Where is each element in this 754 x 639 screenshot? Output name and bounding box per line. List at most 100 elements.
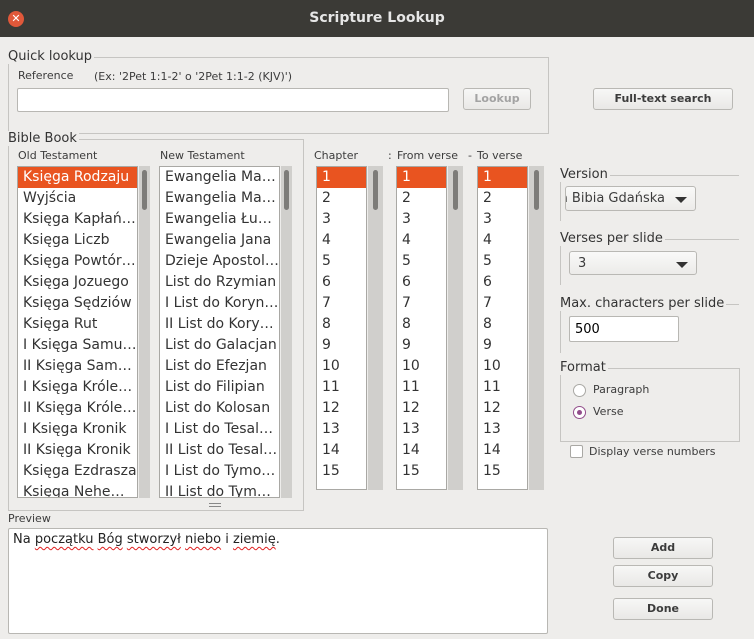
list-item[interactable]: Księga Kapłańskiego	[18, 209, 137, 230]
list-item[interactable]: Ewangelia Mateusza	[160, 167, 279, 188]
list-item[interactable]: Ewangelia Jana	[160, 230, 279, 251]
chapter-list[interactable]: 1 2 3 4 5 6 7 8 9 10 11 12 13 14 15	[316, 166, 367, 490]
list-item[interactable]: Księga Liczb	[18, 230, 137, 251]
scrollbar-thumb[interactable]	[284, 170, 289, 210]
list-item[interactable]: List do Kolosan	[160, 398, 279, 419]
list-item[interactable]: Dzieje Apostolskie	[160, 251, 279, 272]
list-item[interactable]: 1	[478, 167, 527, 188]
list-item[interactable]: 8	[478, 314, 527, 335]
from-verse-scrollbar[interactable]	[448, 166, 463, 490]
version-combo[interactable]: a Bibia Gdańska	[565, 186, 696, 211]
list-item[interactable]: I List do Koryntian	[160, 293, 279, 314]
new-testament-list[interactable]: Ewangelia MateuszaEwangelia MarkaEwangel…	[159, 166, 280, 498]
list-item[interactable]: Księga Jozuego	[18, 272, 137, 293]
copy-button[interactable]: Copy	[613, 565, 713, 587]
list-item[interactable]: I Księga Kronik	[18, 419, 137, 440]
paragraph-radio[interactable]	[573, 384, 586, 397]
list-item[interactable]: 15	[397, 461, 446, 482]
list-item[interactable]: 15	[317, 461, 366, 482]
done-button[interactable]: Done	[613, 598, 713, 620]
list-item[interactable]: 10	[478, 356, 527, 377]
list-item[interactable]: 7	[478, 293, 527, 314]
list-item[interactable]: Księga Ezdrasza	[18, 461, 137, 482]
add-button[interactable]: Add	[613, 537, 713, 559]
list-item[interactable]: 4	[317, 230, 366, 251]
list-item[interactable]: Księga Rut	[18, 314, 137, 335]
list-item[interactable]: Księga Rodzaju	[18, 167, 137, 188]
list-item[interactable]: 9	[478, 335, 527, 356]
list-item[interactable]: Księga Powtórzonego	[18, 251, 137, 272]
list-item[interactable]: 15	[478, 461, 527, 482]
list-item[interactable]: II Księga Kronik	[18, 440, 137, 461]
list-item[interactable]: 3	[317, 209, 366, 230]
list-item[interactable]: List do Rzymian	[160, 272, 279, 293]
list-item[interactable]: List do Galacjan	[160, 335, 279, 356]
list-item[interactable]: 9	[317, 335, 366, 356]
list-item[interactable]: Księga Sędziów	[18, 293, 137, 314]
list-item[interactable]: Ewangelia Łukasza	[160, 209, 279, 230]
list-item[interactable]: 14	[317, 440, 366, 461]
list-item[interactable]: 8	[317, 314, 366, 335]
preview-text-area[interactable]: Na początku Bóg stworzył niebo i ziemię.	[8, 528, 548, 634]
list-item[interactable]: II Księga Królewska	[18, 398, 137, 419]
list-item[interactable]: Ewangelia Marka	[160, 188, 279, 209]
list-item[interactable]: 2	[478, 188, 527, 209]
list-item[interactable]: 12	[397, 398, 446, 419]
list-item[interactable]: 13	[478, 419, 527, 440]
list-item[interactable]: Księga Nehemiasza	[18, 482, 137, 497]
display-verse-numbers-checkbox[interactable]	[570, 445, 583, 458]
list-item[interactable]: I List do Tymoteusza	[160, 461, 279, 482]
list-item[interactable]: 14	[478, 440, 527, 461]
from-verse-list[interactable]: 1 2 3 4 5 6 7 8 9 10 11 12 13 14 15	[396, 166, 447, 490]
list-item[interactable]: II List do Koryntian	[160, 314, 279, 335]
list-item[interactable]: II Księga Samuela	[18, 356, 137, 377]
list-item[interactable]: 11	[317, 377, 366, 398]
list-item[interactable]: I List do Tesaloniczan	[160, 419, 279, 440]
lookup-button[interactable]: Lookup	[463, 88, 531, 110]
old-testament-list[interactable]: Księga RodzajuWyjściaKsięga Kapłańskiego…	[17, 166, 138, 498]
list-item[interactable]: 12	[478, 398, 527, 419]
list-item[interactable]: 6	[478, 272, 527, 293]
max-chars-input[interactable]	[569, 316, 679, 342]
list-item[interactable]: 7	[397, 293, 446, 314]
list-item[interactable]: I Księga Królewska	[18, 377, 137, 398]
list-item[interactable]: List do Filipian	[160, 377, 279, 398]
to-verse-scrollbar[interactable]	[529, 166, 544, 490]
list-item[interactable]: 11	[478, 377, 527, 398]
verses-per-slide-combo[interactable]: 3	[569, 251, 697, 275]
list-item[interactable]: I Księga Samuela	[18, 335, 137, 356]
list-item[interactable]: 11	[397, 377, 446, 398]
verse-radio[interactable]	[573, 406, 586, 419]
list-item[interactable]: II List do Tesaloniczan	[160, 440, 279, 461]
scrollbar-thumb[interactable]	[373, 170, 378, 210]
list-item[interactable]: 4	[397, 230, 446, 251]
list-item[interactable]: 1	[317, 167, 366, 188]
scrollbar-thumb[interactable]	[534, 170, 539, 210]
list-item[interactable]: 8	[397, 314, 446, 335]
list-item[interactable]: 13	[397, 419, 446, 440]
chapter-scrollbar[interactable]	[368, 166, 383, 490]
new-testament-scrollbar[interactable]	[281, 166, 292, 498]
list-item[interactable]: 12	[317, 398, 366, 419]
list-item[interactable]: 9	[397, 335, 446, 356]
list-item[interactable]: 1	[397, 167, 446, 188]
list-item[interactable]: 2	[317, 188, 366, 209]
list-item[interactable]: 5	[317, 251, 366, 272]
list-item[interactable]: 13	[317, 419, 366, 440]
full-text-search-button[interactable]: Full-text search	[593, 88, 733, 110]
list-item[interactable]: Wyjścia	[18, 188, 137, 209]
list-item[interactable]: 5	[397, 251, 446, 272]
scrollbar-thumb[interactable]	[453, 170, 458, 210]
list-item[interactable]: 7	[317, 293, 366, 314]
list-item[interactable]: 3	[397, 209, 446, 230]
list-item[interactable]: II List do Tymoteusza	[160, 482, 279, 497]
reference-input[interactable]	[17, 88, 449, 112]
resize-grip[interactable]	[209, 503, 221, 504]
to-verse-list[interactable]: 1 2 3 4 5 6 7 8 9 10 11 12 13 14 15	[477, 166, 528, 490]
list-item[interactable]: 10	[317, 356, 366, 377]
list-item[interactable]: 5	[478, 251, 527, 272]
old-testament-scrollbar[interactable]	[139, 166, 150, 498]
list-item[interactable]: 6	[317, 272, 366, 293]
list-item[interactable]: 6	[397, 272, 446, 293]
scrollbar-thumb[interactable]	[142, 170, 147, 210]
